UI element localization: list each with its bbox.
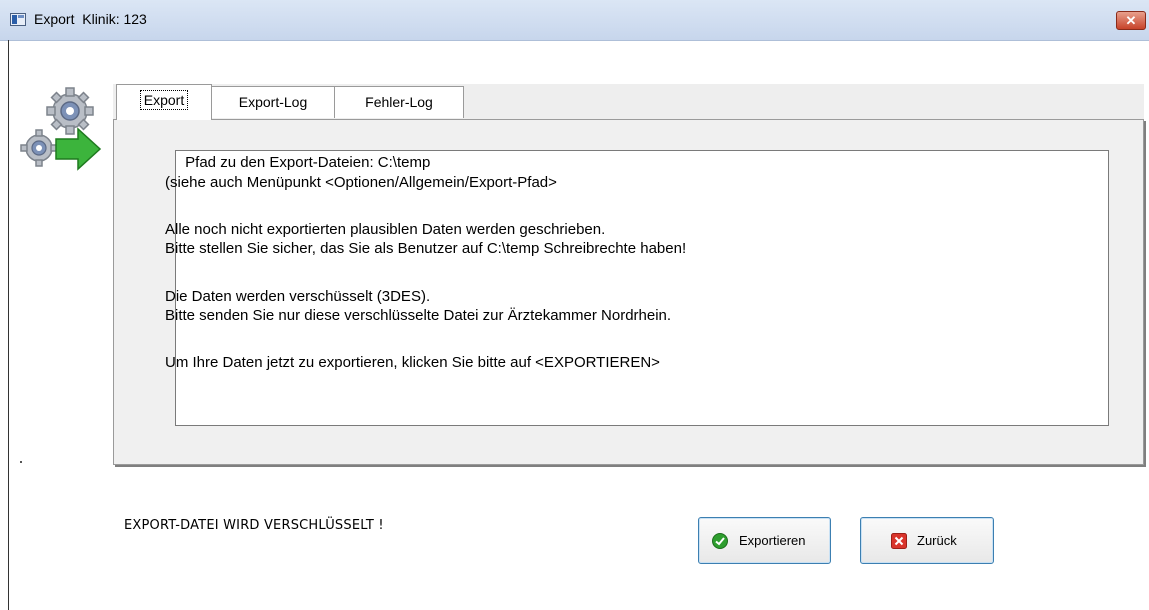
tab-fehler-log-label: Fehler-Log: [365, 94, 433, 110]
back-button[interactable]: Zurück: [860, 517, 994, 564]
window-title: Export Klinik: 123: [34, 11, 147, 27]
tab-fehler-log[interactable]: Fehler-Log: [334, 86, 464, 118]
tab-export-log-label: Export-Log: [238, 94, 308, 110]
info-line: Bitte senden Sie nur diese verschlüsselt…: [165, 307, 672, 324]
info-line: Pfad zu den Export-Dateien: C:\temp: [181, 154, 431, 171]
window-app-icon[interactable]: [10, 13, 26, 26]
info-line: (siehe auch Menüpunkt <Optionen/Allgemei…: [165, 174, 557, 191]
info-line: Bitte stellen Sie sicher, das Sie als Be…: [165, 240, 687, 257]
red-x-icon: [891, 533, 907, 549]
tab-export-label: Export: [139, 90, 189, 110]
gear-export-arrow-icon: [20, 87, 102, 171]
info-line: Um Ihre Daten jetzt zu exportieren, klic…: [165, 354, 660, 371]
tab-export[interactable]: Export: [116, 84, 212, 120]
window-left-border: [8, 40, 9, 610]
title-bar: Export Klinik: 123 ✕: [0, 0, 1149, 41]
back-button-label: Zurück: [917, 533, 957, 548]
info-line: Die Daten werden verschüsselt (3DES).: [165, 288, 431, 305]
export-info-textbox[interactable]: Pfad zu den Export-Dateien: C:\temp (sie…: [165, 150, 1109, 426]
export-button[interactable]: Exportieren: [698, 517, 831, 564]
green-check-icon: [712, 533, 728, 549]
encryption-status-text: EXPORT-DATEI WIRD VERSCHLÜSSELT !: [124, 518, 384, 533]
export-button-label: Exportieren: [739, 533, 806, 548]
tab-export-log[interactable]: Export-Log: [211, 86, 335, 118]
info-line: Alle noch nicht exportierten plausiblen …: [165, 221, 606, 238]
stray-dot: [20, 461, 22, 463]
close-button[interactable]: ✕: [1116, 11, 1146, 30]
